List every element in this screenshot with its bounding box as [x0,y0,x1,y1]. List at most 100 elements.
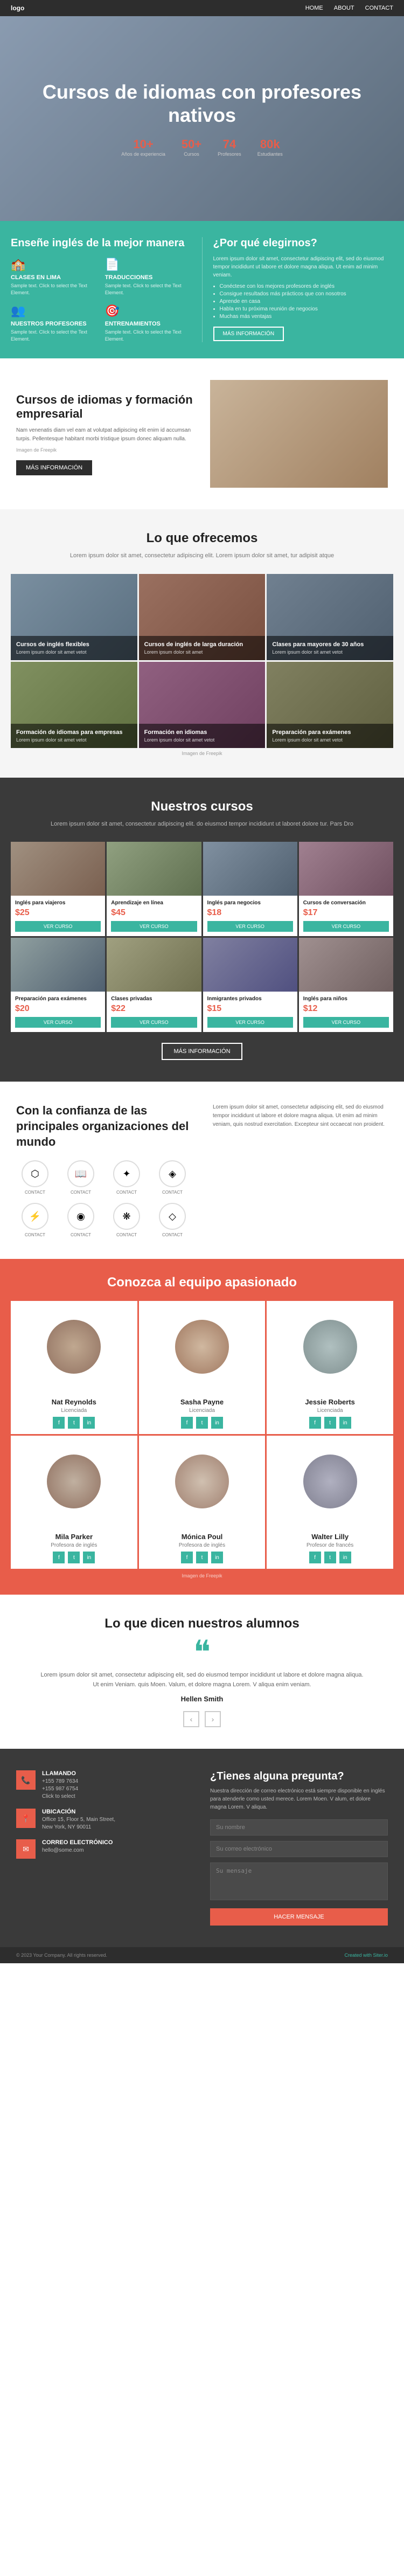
social-tw-1[interactable]: t [68,1417,80,1429]
social-fb-5[interactable]: f [181,1552,193,1563]
footer-contact-left: 📞 LLAMANDO +155 789 7634 +155 987 6754 C… [16,1770,194,1926]
profesores-icon: 👥 [11,304,97,318]
curso-price-5: $20 [15,1004,101,1014]
form-submit-button[interactable]: HACER MENSAJE [210,1908,388,1926]
curso-price-6: $22 [111,1004,197,1014]
confianza-icon-2: 📖 CONTACT [62,1160,100,1195]
testimonial-author: Hellen Smith [11,1695,393,1703]
confianza-icon-5: ⚡ CONTACT [16,1203,54,1237]
form-name-input[interactable] [210,1819,388,1836]
social-tw-4[interactable]: t [68,1552,80,1563]
ofrecemos-grid: Cursos de inglés flexibles Lorem ipsum d… [11,574,393,748]
curso-title-1: Inglés para viajeros [15,900,101,906]
ofrecemos-item-title-1: Cursos de inglés flexibles [16,641,132,648]
footer-link[interactable]: Created with Siter.io [344,1952,388,1958]
curso-btn-5[interactable]: VER CURSO [15,1017,101,1028]
green-title: Enseñe inglés de la mejor manera [11,237,191,250]
ofrecemos-item-5[interactable]: Formación en idiomas Lorem ipsum dolor s… [139,662,266,748]
business-section: Cursos de idiomas y formación empresaria… [0,358,404,509]
social-ig-2[interactable]: in [211,1417,223,1429]
curso-card-7: Inmigrantes privados $15 VER CURSO [203,938,297,1032]
equipo-role-1: Licenciada [16,1408,132,1414]
equipo-circle-2 [175,1320,229,1374]
confianza-label-6: CONTACT [71,1232,91,1237]
social-fb-1[interactable]: f [53,1417,65,1429]
equipo-role-3: Licenciada [272,1408,388,1414]
confianza-circle-6: ◉ [67,1203,94,1230]
curso-img-1 [11,842,105,896]
equipo-social-2: f t in [144,1417,260,1429]
curso-btn-1[interactable]: VER CURSO [15,921,101,932]
equipo-photo-5 [139,1436,266,1527]
social-tw-3[interactable]: t [324,1417,336,1429]
testimonial-prev-button[interactable]: ‹ [183,1711,199,1727]
social-tw-6[interactable]: t [324,1552,336,1563]
ofrecemos-overlay-2: Cursos de inglés de larga duración Lorem… [139,636,266,660]
equipo-card-4: Mila Parker Profesora de inglés f t in [11,1436,137,1569]
curso-btn-6[interactable]: VER CURSO [111,1017,197,1028]
confianza-label-2: CONTACT [71,1190,91,1195]
contact-phone: 📞 LLAMANDO +155 789 7634 +155 987 6754 C… [16,1770,194,1801]
social-ig-4[interactable]: in [83,1552,95,1563]
curso-title-6: Clases privadas [111,996,197,1002]
social-fb-6[interactable]: f [309,1552,321,1563]
curso-price-8: $12 [303,1004,389,1014]
logo: logo [11,4,24,12]
curso-body-7: Inmigrantes privados $15 VER CURSO [203,992,297,1032]
curso-body-6: Clases privadas $22 VER CURSO [107,992,201,1032]
curso-btn-2[interactable]: VER CURSO [111,921,197,932]
testimonial-next-button[interactable]: › [205,1711,221,1727]
ofrecemos-item-1[interactable]: Cursos de inglés flexibles Lorem ipsum d… [11,574,137,660]
social-fb-3[interactable]: f [309,1417,321,1429]
social-fb-2[interactable]: f [181,1417,193,1429]
equipo-role-2: Licenciada [144,1408,260,1414]
curso-btn-4[interactable]: VER CURSO [303,921,389,932]
ofrecemos-item-6[interactable]: Preparación para exámenes Lorem ipsum do… [267,662,393,748]
confianza-circle-1: ⬡ [22,1160,48,1187]
social-tw-2[interactable]: t [196,1417,208,1429]
social-tw-5[interactable]: t [196,1552,208,1563]
green-more-button[interactable]: MÁS INFORMACIÓN [213,327,284,341]
equipo-social-5: f t in [144,1552,260,1563]
ofrecemos-item-3[interactable]: Clases para mayores de 30 años Lorem ips… [267,574,393,660]
ofrecemos-item-4[interactable]: Formación de idiomas para empresas Lorem… [11,662,137,748]
clases-title: CLASES EN LIMA [11,274,97,281]
curso-price-4: $17 [303,908,389,918]
social-ig-5[interactable]: in [211,1552,223,1563]
form-message-group [210,1862,388,1903]
equipo-circle-3 [303,1320,357,1374]
curso-btn-8[interactable]: VER CURSO [303,1017,389,1028]
business-more-button[interactable]: MÁS INFORMACIÓN [16,460,92,475]
cursos-section: Nuestros cursos Lorem ipsum dolor sit am… [0,778,404,1082]
curso-card-6: Clases privadas $22 VER CURSO [107,938,201,1032]
nav-contact[interactable]: CONTACT [365,5,393,11]
ofrecemos-item-text-1: Lorem ipsum dolor sit amet vetot [16,649,132,655]
email-icon: ✉ [16,1839,36,1859]
ofrecemos-item-2[interactable]: Cursos de inglés de larga duración Lorem… [139,574,266,660]
social-ig-1[interactable]: in [83,1417,95,1429]
curso-btn-3[interactable]: VER CURSO [207,921,293,932]
social-ig-3[interactable]: in [339,1417,351,1429]
social-fb-4[interactable]: f [53,1552,65,1563]
form-email-group [210,1841,388,1857]
form-message-input[interactable] [210,1862,388,1900]
social-ig-6[interactable]: in [339,1552,351,1563]
contact-location-title: UBICACIÓN [42,1809,115,1815]
green-right-text: Lorem ipsum dolor sit amet, consectetur … [213,255,394,279]
stat-courses: 50+ Cursos [182,137,201,157]
curso-btn-7[interactable]: VER CURSO [207,1017,293,1028]
curso-img-6 [107,938,201,992]
list-item: Consigue resultados más prácticos que co… [220,291,394,297]
green-right: ¿Por qué elegirnos? Lorem ipsum dolor si… [202,237,394,342]
curso-body-2: Aprendizaje en línea $45 VER CURSO [107,896,201,936]
cursos-more-button[interactable]: MÁS INFORMACIÓN [162,1043,242,1060]
form-email-input[interactable] [210,1841,388,1857]
confianza-icon-8: ◇ CONTACT [154,1203,191,1237]
hero-title: Cursos de idiomas con profesores nativos [11,80,393,127]
green-list: Conéctese con los mejores profesores de … [220,283,394,320]
contact-phone-line2: +155 987 6754 [42,1785,78,1793]
nav-about[interactable]: ABOUT [334,5,354,11]
curso-img-5 [11,938,105,992]
list-item: Habla en tu próxima reunión de negocios [220,306,394,312]
nav-home[interactable]: HOME [305,5,323,11]
